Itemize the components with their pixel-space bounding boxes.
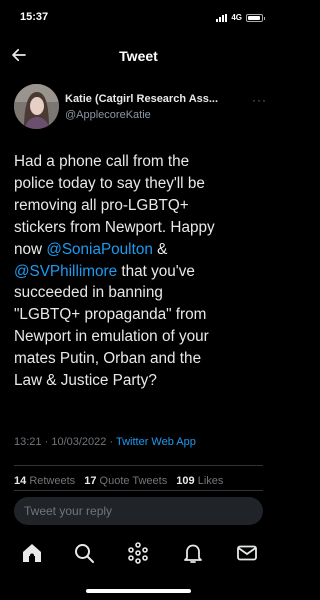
avatar[interactable]: [14, 84, 59, 129]
tweet-text-line: "LGBTQ+ propaganda" from: [14, 304, 270, 326]
meta-separator: ·: [44, 436, 49, 448]
tweet-text-line: police today to say they'll be: [14, 173, 270, 195]
meta-separator: ·: [109, 436, 114, 448]
divider: [14, 490, 263, 491]
author-handle[interactable]: @ApplecoreKatie: [65, 109, 151, 121]
notifications-icon[interactable]: [181, 541, 205, 565]
search-icon[interactable]: [72, 541, 96, 565]
network-type: 4G: [231, 13, 242, 22]
signal-strength-icon: [216, 13, 228, 22]
quote-tweets-stat[interactable]: 17 Quote Tweets: [84, 475, 167, 487]
tab-bar: [0, 535, 277, 571]
tweet-metadata: 13:21 · 10/03/2022 · Twitter Web App: [14, 436, 196, 448]
tweet-text-line: Had a phone call from the: [14, 151, 270, 173]
tweet-text-line: removing all pro-LGBTQ+: [14, 195, 270, 217]
likes-stat[interactable]: 109 Likes: [176, 475, 223, 487]
status-indicators: 4G: [216, 13, 265, 22]
tweet-text-segment: mates Putin, Orban and the: [14, 350, 202, 368]
tweet-time: 13:21: [14, 436, 42, 448]
reply-input[interactable]: Tweet your reply: [14, 497, 263, 525]
divider: [14, 465, 263, 466]
battery-level: [248, 15, 260, 20]
tweet-text-line: Newport in emulation of your: [14, 326, 270, 348]
tweet-text-segment: police today to say they'll be: [14, 174, 205, 192]
status-bar: 15:37 4G: [0, 0, 277, 36]
tweet-text-line: now @SoniaPoulton &: [14, 239, 270, 261]
tweet-text-line: mates Putin, Orban and the: [14, 348, 270, 370]
tweet-text: Had a phone call from the police today to…: [14, 151, 270, 392]
tweet-text-line: Law & Justice Party?: [14, 370, 270, 392]
tweet-text-segment: succeeded in banning: [14, 284, 163, 302]
home-icon[interactable]: [20, 541, 44, 565]
page-title: Tweet: [119, 48, 158, 64]
status-time: 15:37: [20, 11, 49, 23]
tweet-text-segment: stickers from Newport. Happy: [14, 218, 215, 236]
tweet-source-link[interactable]: Twitter Web App: [116, 436, 196, 448]
tweet-stats: 14 Retweets 17 Quote Tweets 109 Likes: [14, 475, 229, 487]
tweet-text-segment: that you've: [117, 262, 195, 280]
tweet-date: 10/03/2022: [51, 436, 107, 448]
tweet-text-segment: "LGBTQ+ propaganda" from: [14, 306, 207, 324]
messages-icon[interactable]: [235, 541, 259, 565]
more-options-icon[interactable]: ···: [252, 93, 267, 107]
spaces-icon[interactable]: [126, 541, 150, 565]
home-indicator[interactable]: [86, 589, 191, 593]
tweet-text-segment: removing all pro-LGBTQ+: [14, 196, 189, 214]
tweet-text-segment: Newport in emulation of your: [14, 328, 209, 346]
tweet-header: Katie (Catgirl Research Ass... @Applecor…: [14, 84, 267, 134]
tweet-text-segment: now: [14, 240, 47, 258]
mention-link[interactable]: @SoniaPoulton: [46, 241, 153, 258]
battery-icon: [246, 13, 265, 22]
nav-bar: Tweet: [0, 36, 277, 78]
mention-link[interactable]: @SVPhillimore: [14, 263, 117, 280]
tweet-text-segment: Law & Justice Party?: [14, 372, 157, 390]
tweet-text-segment: Had a phone call from the: [14, 153, 190, 170]
tweet-text-segment: &: [152, 240, 168, 258]
tweet-text-line: succeeded in banning: [14, 282, 270, 304]
tweet-text-line: stickers from Newport. Happy: [14, 217, 270, 239]
tweet-text-line: @SVPhillimore that you've: [14, 261, 270, 283]
retweets-stat[interactable]: 14 Retweets: [14, 475, 75, 487]
author-display-name[interactable]: Katie (Catgirl Research Ass...: [65, 93, 243, 105]
